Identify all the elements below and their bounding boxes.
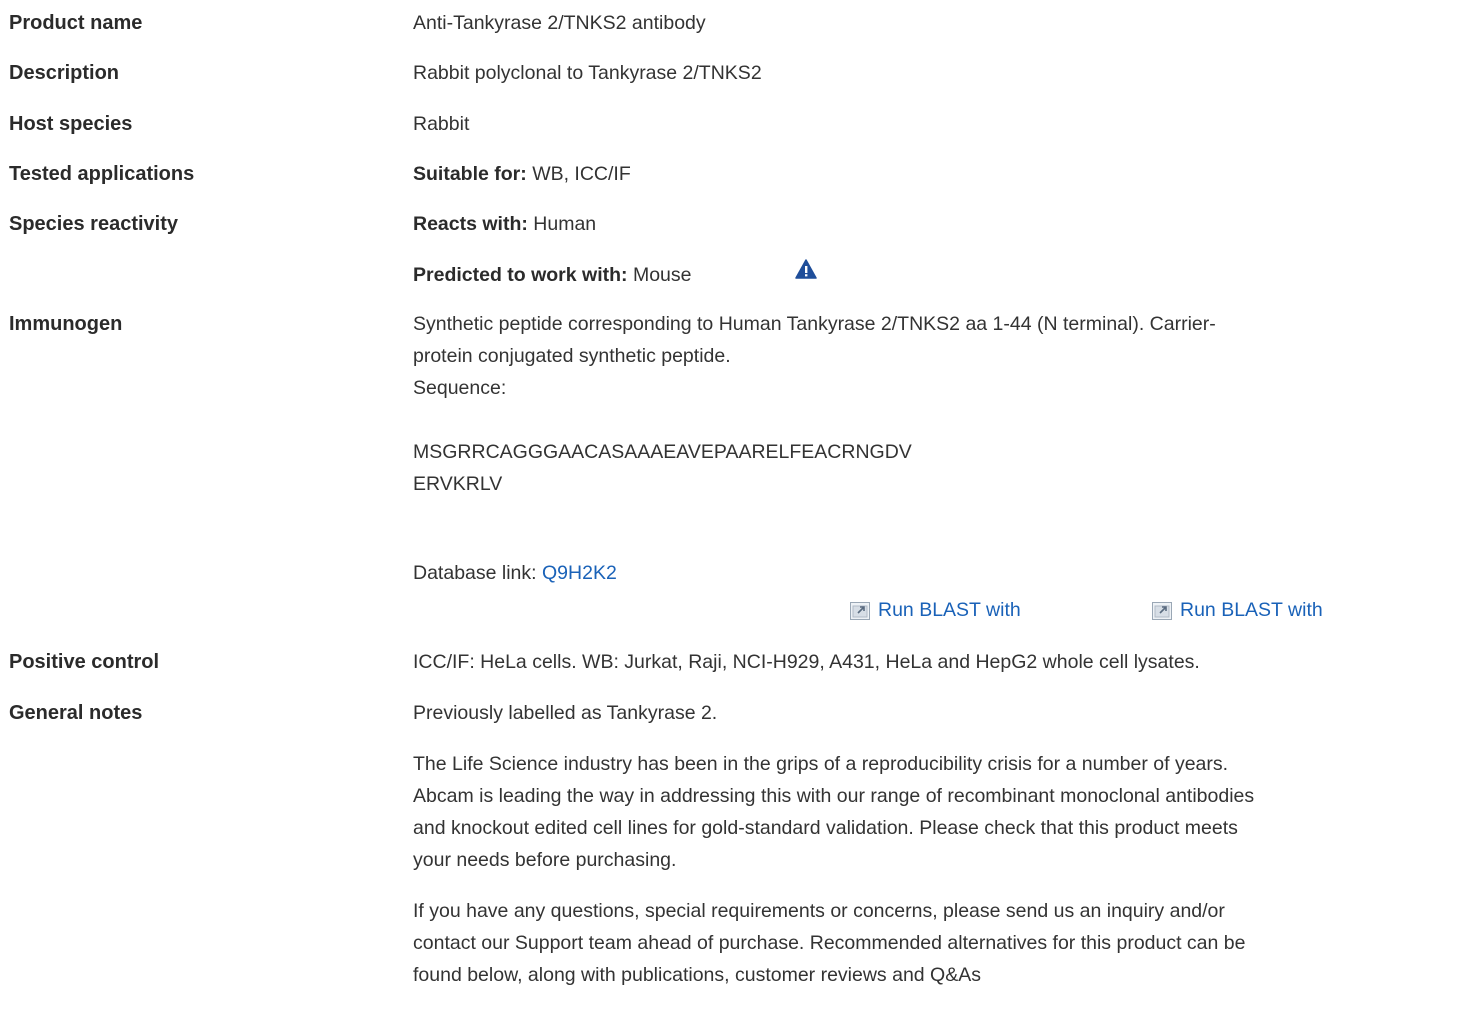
description-value: Rabbit polyclonal to Tankyrase 2/TNKS2 — [413, 62, 762, 84]
reacts-with-prefix: Reacts with: — [413, 213, 528, 235]
sequence-line1: MSGRRCAGGGAACASAAAEAVEPAARELFEACRNGDV — [413, 441, 912, 463]
database-link-prefix: Database link: — [413, 562, 537, 584]
general-notes-p2-line4: your needs before purchasing. — [413, 849, 677, 871]
blast-icon — [850, 601, 870, 620]
run-blast-label-2: Run BLAST with — [1180, 599, 1323, 621]
database-link-row: Database link: Q9H2K2 — [413, 562, 1453, 584]
predicted-prefix: Predicted to work with: — [413, 264, 628, 286]
run-blast-label-1: Run BLAST with — [878, 599, 1021, 621]
warning-triangle-icon[interactable] — [795, 259, 817, 279]
product-name-label: Product name — [9, 12, 143, 34]
general-notes-p2-line3: and knockout edited cell lines for gold-… — [413, 817, 1238, 839]
suitable-for-prefix: Suitable for: — [413, 163, 527, 185]
immunogen-line1: Synthetic peptide corresponding to Human… — [413, 313, 1216, 335]
general-notes-p1: Previously labelled as Tankyrase 2. — [413, 702, 718, 724]
species-reactivity-label: Species reactivity — [9, 213, 178, 235]
run-blast-link-1[interactable]: Run BLAST with — [850, 599, 1021, 621]
predicted-value: Predicted to work with: Mouse — [413, 264, 1453, 286]
run-blast-link-2[interactable]: Run BLAST with — [1152, 599, 1323, 621]
suitable-for-text: WB, ICC/IF — [532, 163, 631, 185]
sequence-label: Sequence: — [413, 377, 507, 399]
product-name-value: Anti-Tankyrase 2/TNKS2 antibody — [413, 12, 706, 34]
sequence-line2: ERVKRLV — [413, 473, 503, 495]
positive-control-value: ICC/IF: HeLa cells. WB: Jurkat, Raji, NC… — [413, 651, 1200, 673]
host-species-value: Rabbit — [413, 113, 470, 135]
general-notes-p2-line1: The Life Science industry has been in th… — [413, 753, 1229, 775]
tested-applications-label: Tested applications — [9, 163, 195, 185]
blast-icon — [1152, 601, 1172, 620]
uniprot-link[interactable]: Q9H2K2 — [542, 562, 617, 584]
tested-applications-value: Suitable for: WB, ICC/IF — [413, 163, 1453, 185]
general-notes-p2-line2: Abcam is leading the way in addressing t… — [413, 785, 1255, 807]
general-notes-p3-line3: found below, along with publications, cu… — [413, 964, 981, 986]
general-notes-p3-line1: If you have any questions, special requi… — [413, 900, 1225, 922]
immunogen-line2: protein conjugated synthetic peptide. — [413, 345, 731, 367]
positive-control-label: Positive control — [9, 651, 160, 673]
host-species-label: Host species — [9, 113, 133, 135]
general-notes-p3-line2: contact our Support team ahead of purcha… — [413, 932, 1246, 954]
immunogen-label: Immunogen — [9, 313, 123, 335]
predicted-text: Mouse — [632, 264, 692, 286]
description-label: Description — [9, 62, 120, 84]
reacts-with-text: Human — [533, 213, 597, 235]
general-notes-label: General notes — [9, 702, 143, 724]
reacts-with-value: Reacts with: Human — [413, 213, 1453, 235]
